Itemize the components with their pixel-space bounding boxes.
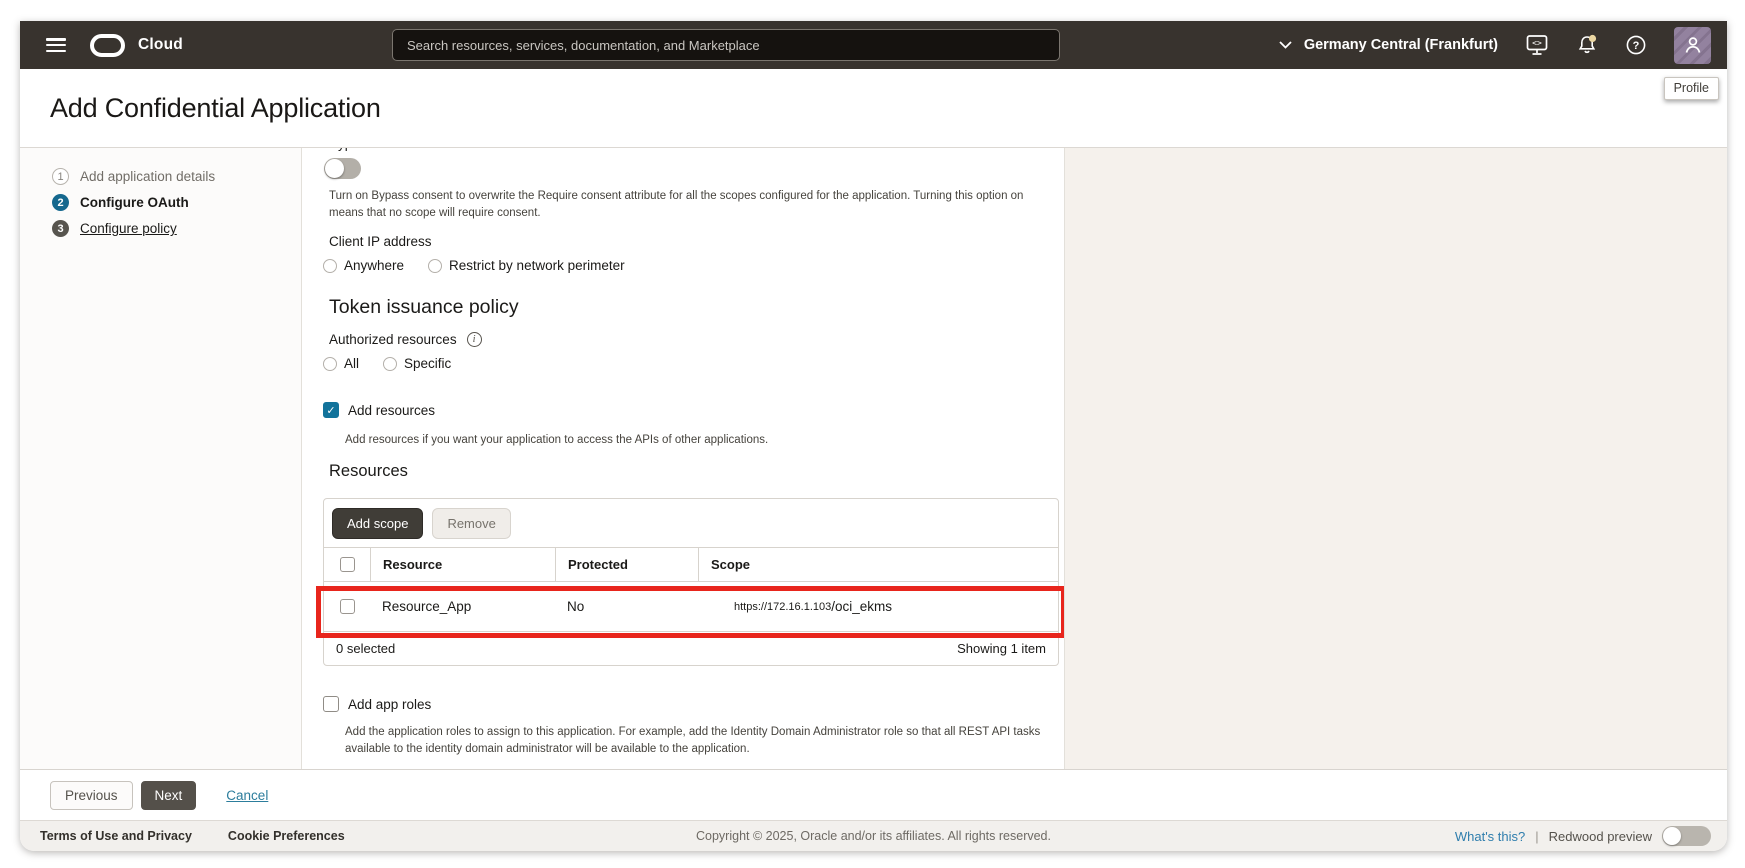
table-toolbar: Add scope Remove <box>324 499 1058 547</box>
brand-label[interactable]: Cloud <box>138 36 183 54</box>
radio-circle[interactable] <box>323 357 337 371</box>
add-resources-row: ✓ Add resources <box>323 402 435 418</box>
oracle-logo-icon[interactable] <box>90 34 125 57</box>
resources-heading: Resources <box>329 462 408 481</box>
radio-specific[interactable]: Specific <box>383 356 451 371</box>
step-1-indicator: 1 <box>52 168 69 185</box>
cell-protected: No <box>555 582 698 631</box>
step-configure-policy[interactable]: 3 Configure policy <box>52 220 301 237</box>
search-input[interactable] <box>392 29 1060 61</box>
bypass-consent-label-clipped: Bypass consent <box>329 148 424 151</box>
wizard-footer: Previous Next Cancel <box>20 769 1727 820</box>
background-pane <box>1065 148 1727 769</box>
svg-text:<>: <> <box>1532 39 1542 48</box>
table-row[interactable]: Resource_App No https://172.16.1.103/oci… <box>324 581 1058 631</box>
add-app-roles-description: Add the application roles to assign to t… <box>345 724 1049 758</box>
step-1-label: Add application details <box>80 169 215 184</box>
page-header: Add Confidential Application <box>20 69 1727 148</box>
cancel-link[interactable]: Cancel <box>226 788 268 803</box>
table-header-row: Resource Protected Scope <box>324 547 1058 581</box>
cookie-preferences-link[interactable]: Cookie Preferences <box>228 829 345 843</box>
cell-scope: https://172.16.1.103/oci_ekms <box>698 582 1058 631</box>
info-icon[interactable]: i <box>467 332 482 347</box>
oauth-form-column: Bypass consent Turn on Bypass consent to… <box>302 148 1065 769</box>
step-configure-oauth[interactable]: 2 Configure OAuth <box>52 194 301 211</box>
column-protected: Protected <box>555 548 698 581</box>
bypass-consent-help: Turn on Bypass consent to overwrite the … <box>329 188 1057 222</box>
step-2-label: Configure OAuth <box>80 195 189 210</box>
resources-table: Add scope Remove Resource Protected Scop… <box>323 498 1059 666</box>
top-navigation-bar: Cloud Germany Central (Frankfurt) <> <box>20 21 1727 69</box>
cell-resource: Resource_App <box>370 582 555 631</box>
wizard-content: 1 Add application details 2 Configure OA… <box>20 148 1727 769</box>
redwood-preview-toggle[interactable] <box>1662 826 1711 846</box>
add-scope-button[interactable]: Add scope <box>332 508 423 539</box>
radio-circle[interactable] <box>323 259 337 273</box>
terms-link[interactable]: Terms of Use and Privacy <box>40 829 192 843</box>
radio-circle[interactable] <box>383 357 397 371</box>
separator: | <box>1535 829 1538 844</box>
showing-count: Showing 1 item <box>957 641 1046 656</box>
hamburger-menu-icon[interactable] <box>46 38 66 52</box>
add-resources-checkbox[interactable]: ✓ <box>323 402 339 418</box>
authorized-resources-label: Authorized resources <box>329 332 457 347</box>
client-ip-options: Anywhere Restrict by network perimeter <box>323 258 625 273</box>
help-icon[interactable]: ? <box>1625 34 1647 56</box>
console-bottom-bar: Copyright © 2025, Oracle and/or its affi… <box>20 820 1727 851</box>
profile-avatar[interactable] <box>1674 27 1711 64</box>
browser-app-window: Cloud Germany Central (Frankfurt) <> <box>20 21 1727 851</box>
radio-all[interactable]: All <box>323 356 359 371</box>
radio-restrict-network-perimeter[interactable]: Restrict by network perimeter <box>428 258 625 273</box>
row-checkbox[interactable] <box>340 599 355 614</box>
bottom-bar-right: What's this? | Redwood preview <box>1455 826 1711 846</box>
selected-count: 0 selected <box>336 641 395 656</box>
person-icon <box>1682 34 1704 56</box>
remove-button[interactable]: Remove <box>432 508 510 539</box>
svg-text:?: ? <box>1633 40 1640 52</box>
oracle-cloud-console: Cloud Germany Central (Frankfurt) <> <box>0 0 1745 868</box>
wizard-steps-panel: 1 Add application details 2 Configure OA… <box>20 148 302 769</box>
redwood-preview-label: Redwood preview <box>1549 829 1652 844</box>
step-3-label: Configure policy <box>80 221 177 236</box>
topbar-right-cluster: Germany Central (Frankfurt) <> <box>1279 21 1711 69</box>
cloud-shell-icon[interactable]: <> <box>1525 34 1549 56</box>
add-app-roles-label: Add app roles <box>348 697 431 712</box>
chevron-down-icon <box>1279 41 1292 49</box>
select-all-checkbox[interactable] <box>340 557 355 572</box>
region-selector[interactable]: Germany Central (Frankfurt) <box>1279 37 1498 53</box>
add-resources-label: Add resources <box>348 403 435 418</box>
previous-button[interactable]: Previous <box>50 781 133 810</box>
notifications-bell-icon[interactable] <box>1576 34 1598 56</box>
add-app-roles-checkbox[interactable] <box>323 696 339 712</box>
add-app-roles-row: Add app roles <box>323 696 431 712</box>
token-issuance-policy-heading: Token issuance policy <box>329 296 519 319</box>
page-title: Add Confidential Application <box>50 93 381 124</box>
step-add-application-details[interactable]: 1 Add application details <box>52 168 301 185</box>
add-resources-description: Add resources if you want your applicati… <box>345 432 768 449</box>
column-resource: Resource <box>370 548 555 581</box>
step-3-indicator: 3 <box>52 220 69 237</box>
radio-circle[interactable] <box>428 259 442 273</box>
bypass-consent-toggle[interactable] <box>324 158 361 179</box>
scope-path: /oci_ekms <box>831 599 892 614</box>
column-scope: Scope <box>698 548 1058 581</box>
scope-host: https://172.16.1.103 <box>734 601 831 613</box>
whats-this-link[interactable]: What's this? <box>1455 829 1525 844</box>
client-ip-label: Client IP address <box>329 234 432 249</box>
table-footer: 0 selected Showing 1 item <box>324 631 1058 665</box>
region-label: Germany Central (Frankfurt) <box>1304 37 1498 53</box>
radio-anywhere[interactable]: Anywhere <box>323 258 404 273</box>
authorized-resources-row: Authorized resources i <box>329 332 482 347</box>
step-2-indicator: 2 <box>52 194 69 211</box>
next-button[interactable]: Next <box>141 781 197 810</box>
authorized-resources-options: All Specific <box>323 356 451 371</box>
profile-tooltip: Profile <box>1664 77 1719 100</box>
